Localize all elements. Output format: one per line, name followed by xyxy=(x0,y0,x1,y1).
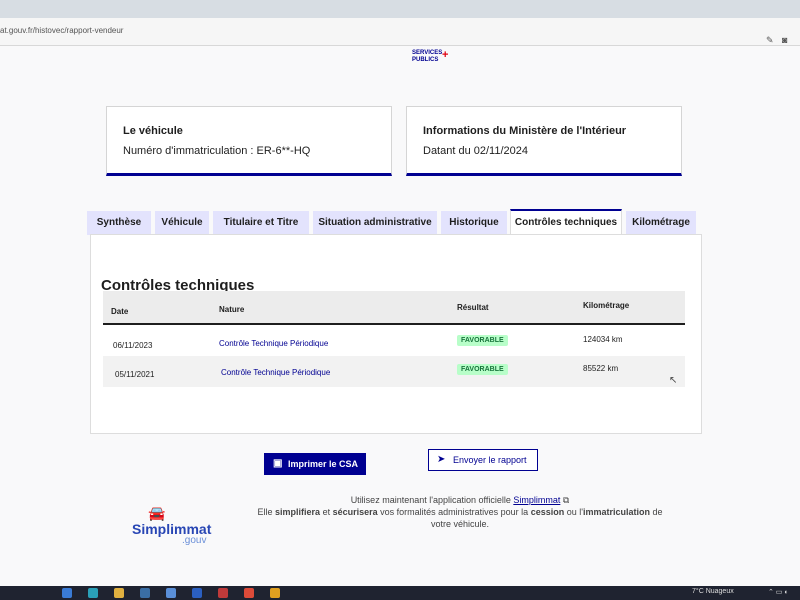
row-nature-link[interactable]: Contrôle Technique Périodique xyxy=(219,339,328,348)
status-badge: FAVORABLE xyxy=(457,335,508,346)
tab-vehicule[interactable]: Véhicule xyxy=(155,211,209,235)
tab-controles-techniques[interactable]: Contrôles techniques xyxy=(510,209,622,236)
chrome-icon[interactable] xyxy=(244,588,254,598)
ministry-card-text: Datant du 02/11/2024 xyxy=(423,145,528,157)
edit-icon[interactable]: ✎ xyxy=(766,35,774,46)
info-text: de xyxy=(649,507,663,517)
table-row: 06/11/2023 Contrôle Technique Périodique… xyxy=(103,325,685,356)
vehicle-card-text: Numéro d'immatriculation : ER-6**-HQ xyxy=(123,145,311,157)
table-row: 05/11/2021 Contrôle Technique Périodique… xyxy=(103,356,685,387)
system-tray-icon[interactable]: ⌃ ▭ ◐ xyxy=(768,588,789,596)
info-bold: immatriculation xyxy=(582,507,650,517)
chrome-icon[interactable] xyxy=(270,588,280,598)
info-text: et xyxy=(320,507,333,517)
services-publics-logo: SERVICES PUBLICS + xyxy=(412,50,448,64)
row-km: 85522 km xyxy=(583,364,619,373)
simplimmat-info: Utilisez maintenant l'application offici… xyxy=(250,494,670,530)
printer-icon: ▣ xyxy=(273,458,283,469)
camera-icon[interactable]: ◙ xyxy=(782,35,787,45)
taskbar-app-icon[interactable] xyxy=(62,588,72,598)
taskbar-app-icon[interactable] xyxy=(88,588,98,598)
info-text: Utilisez maintenant l'application offici… xyxy=(350,495,514,505)
info-bold: cession xyxy=(530,507,565,517)
simplimmat-suffix: .gouv xyxy=(182,535,207,546)
taskbar-app-icon[interactable] xyxy=(192,588,202,598)
ministry-card: Informations du Ministère de l'Intérieur… xyxy=(406,106,682,176)
tab-panel: Contrôles techniques Date Nature Résulta… xyxy=(90,234,702,434)
col-km: Kilométrage xyxy=(583,301,630,310)
row-date: 05/11/2021 xyxy=(115,370,155,379)
tab-titulaire[interactable]: Titulaire et Titre xyxy=(213,211,309,235)
car-icon: 🚘 xyxy=(148,505,166,521)
info-text: ou l' xyxy=(564,507,583,517)
folder-icon[interactable] xyxy=(114,588,124,598)
taskbar-app-icon[interactable] xyxy=(218,588,228,598)
table-header: Date Nature Résultat Kilométrage xyxy=(103,291,685,325)
col-nature: Nature xyxy=(219,305,245,314)
send-report-button[interactable]: ➤ Envoyer le rapport xyxy=(428,449,538,471)
col-result: Résultat xyxy=(457,303,489,312)
vehicle-card: Le véhicule Numéro d'immatriculation : E… xyxy=(106,106,392,176)
print-csa-button[interactable]: ▣ Imprimer le CSA xyxy=(264,453,366,475)
plus-icon: + xyxy=(442,49,449,61)
send-arrow-icon: ➤ xyxy=(437,454,446,465)
browser-address-bar[interactable]: at.gouv.fr/histovec/rapport-vendeur ✎ ◙ xyxy=(0,18,800,46)
row-km: 124034 km xyxy=(583,335,623,344)
browser-top-strip xyxy=(0,0,800,18)
logo-line2: PUBLICS xyxy=(412,57,439,63)
info-text: vos formalités administratives pour la xyxy=(377,507,531,517)
mouse-cursor-icon: ↖ xyxy=(669,375,678,386)
weather-widget[interactable]: 7°C Nuageux xyxy=(692,588,734,595)
col-date: Date xyxy=(111,307,129,316)
status-badge: FAVORABLE xyxy=(457,364,508,375)
ministry-card-title: Informations du Ministère de l'Intérieur xyxy=(423,125,627,137)
logo-line1: SERVICES xyxy=(412,50,443,56)
info-bold: simplifiera xyxy=(275,507,321,517)
simplimmat-link[interactable]: Simplimmat xyxy=(513,495,560,505)
url-text[interactable]: at.gouv.fr/histovec/rapport-vendeur xyxy=(0,26,123,35)
info-text: Elle xyxy=(257,507,276,517)
info-text: votre véhicule. xyxy=(430,519,490,529)
tab-kilometrage[interactable]: Kilométrage xyxy=(626,211,696,235)
send-button-label: Envoyer le rapport xyxy=(453,455,527,465)
tab-situation-administrative[interactable]: Situation administrative xyxy=(313,211,437,235)
row-date: 06/11/2023 xyxy=(113,341,153,350)
external-link-icon: ⧉ xyxy=(562,495,570,505)
print-button-label: Imprimer le CSA xyxy=(288,459,359,469)
info-bold: sécurisera xyxy=(332,507,378,517)
row-nature-link[interactable]: Contrôle Technique Périodique xyxy=(221,368,330,377)
tab-historique[interactable]: Historique xyxy=(441,211,507,235)
taskbar-app-icon[interactable] xyxy=(166,588,176,598)
vehicle-card-title: Le véhicule xyxy=(123,125,183,137)
controls-table: Date Nature Résultat Kilométrage 06/11/2… xyxy=(103,291,685,387)
tab-synthese[interactable]: Synthèse xyxy=(87,211,151,235)
taskbar-app-icon[interactable] xyxy=(140,588,150,598)
taskbar: 7°C Nuageux ⌃ ▭ ◐ xyxy=(0,586,800,600)
